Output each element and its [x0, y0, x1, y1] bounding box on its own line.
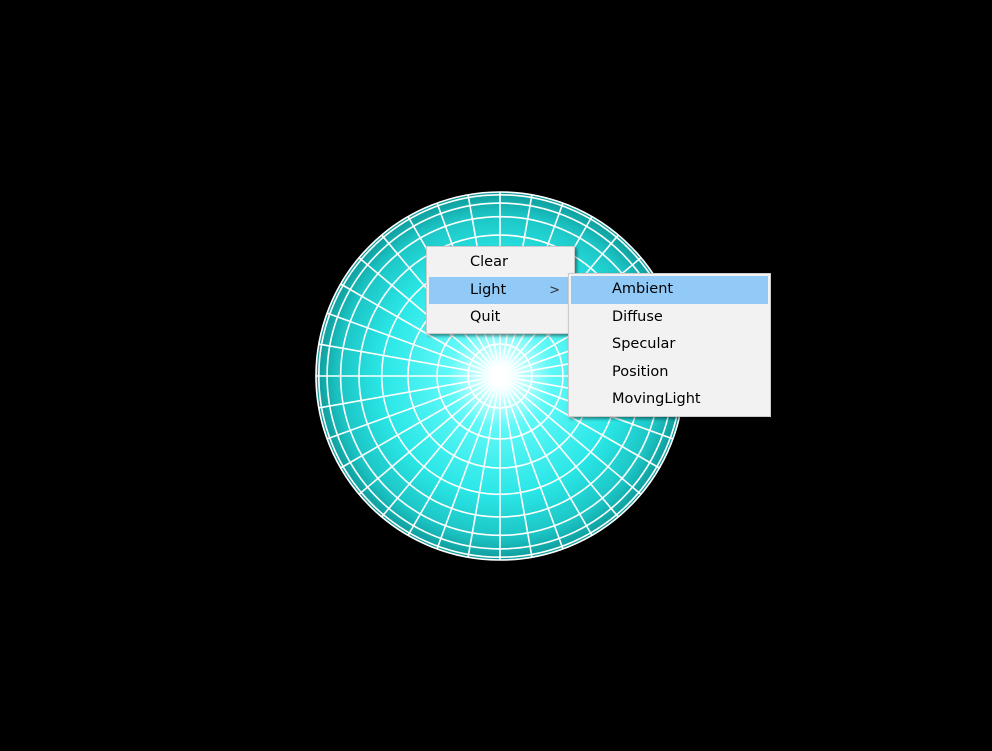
menu-item-light-label: Light: [470, 281, 507, 298]
menu-item-clear-label: Clear: [470, 254, 508, 270]
menu-item-quit[interactable]: Quit: [429, 304, 572, 332]
submenu-item-diffuse[interactable]: Diffuse: [571, 304, 768, 332]
submenu-item-specular-label: Specular: [612, 336, 676, 352]
light-submenu: Ambient Diffuse Specular Position Moving…: [568, 273, 771, 417]
submenu-item-ambient-label: Ambient: [612, 281, 674, 297]
submenu-item-position[interactable]: Position: [571, 359, 768, 387]
context-menu: Clear Light > Quit: [426, 246, 575, 334]
lit-sphere: [315, 191, 685, 561]
submenu-item-position-label: Position: [612, 363, 669, 380]
submenu-item-movinglight[interactable]: MovingLight: [571, 386, 768, 414]
gl-viewport[interactable]: Clear Light > Quit Ambient Diffuse Specu…: [0, 0, 992, 751]
menu-item-clear[interactable]: Clear: [429, 249, 572, 277]
chevron-right-icon: >: [549, 282, 560, 298]
submenu-item-diffuse-label: Diffuse: [612, 308, 663, 325]
submenu-item-specular[interactable]: Specular: [571, 331, 768, 359]
menu-item-quit-label: Quit: [470, 309, 501, 325]
submenu-item-movinglight-label: MovingLight: [612, 391, 701, 407]
submenu-item-ambient[interactable]: Ambient: [571, 276, 768, 304]
menu-item-light[interactable]: Light >: [429, 276, 572, 304]
